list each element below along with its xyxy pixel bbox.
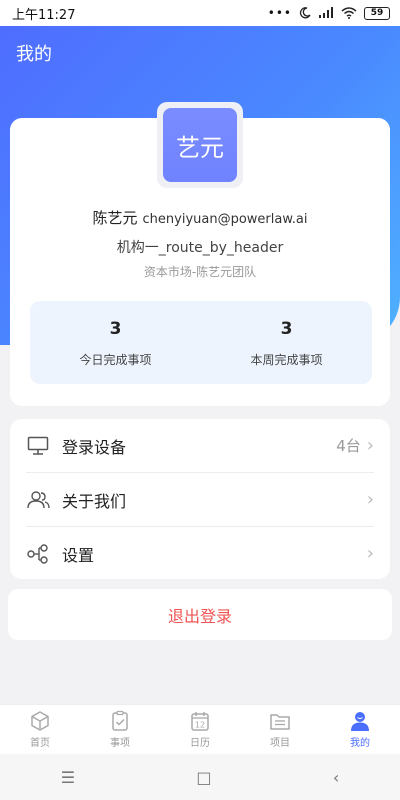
avatar[interactable]: 艺元 <box>163 108 237 182</box>
stat-today: 3 今日完成事项 <box>30 301 201 384</box>
stat-week: 3 本周完成事项 <box>201 301 372 384</box>
share-nodes-icon <box>26 542 50 566</box>
tab-projects[interactable]: 项目 <box>240 705 320 754</box>
folder-list-icon <box>270 714 290 730</box>
menu-nav-icon[interactable]: ☰ <box>61 768 75 787</box>
tab-tasks[interactable]: 事项 <box>80 705 160 754</box>
status-icons: ••• 59 <box>268 6 390 20</box>
tab-label: 首页 <box>30 738 50 749</box>
status-time: 上午11:27 <box>12 7 76 23</box>
system-navigation-bar: ☰ □ ‹ <box>0 754 400 800</box>
signal-icon <box>319 7 333 18</box>
stat-today-value: 3 <box>109 319 122 339</box>
profile-card: 艺元 陈艺元 chenyiyuan@powerlaw.ai 机构一_route_b… <box>10 102 390 406</box>
tab-label: 项目 <box>270 738 290 749</box>
clipboard-check-icon <box>112 710 128 731</box>
user-email: chenyiyuan@powerlaw.ai <box>142 212 308 227</box>
calendar-icon: 12 <box>191 712 209 731</box>
device-count: 4台 <box>336 437 361 455</box>
tab-calendar[interactable]: 12 日历 <box>160 705 240 754</box>
tab-label: 事项 <box>110 738 130 749</box>
user-name: 陈艺元 <box>92 209 138 227</box>
user-name-line: 陈艺元 chenyiyuan@powerlaw.ai <box>10 207 390 228</box>
person-icon <box>351 712 369 731</box>
cube-icon <box>31 711 49 731</box>
wifi-icon <box>341 7 357 19</box>
tab-home[interactable]: 首页 <box>0 705 80 754</box>
tab-label: 日历 <box>190 738 210 749</box>
battery-icon: 59 <box>364 6 390 20</box>
stat-week-label: 本周完成事项 <box>250 353 323 367</box>
chevron-right-icon: › <box>366 543 374 564</box>
avatar-frame: 艺元 <box>157 102 243 188</box>
menu-item-login-devices[interactable]: 登录设备 4台 › <box>10 419 390 472</box>
tab-mine[interactable]: 我的 <box>320 705 400 754</box>
stat-today-label: 今日完成事项 <box>79 353 152 367</box>
bottom-tab-bar: 首页 事项 12 日历 项目 我的 <box>0 704 400 754</box>
menu-label-devices: 登录设备 <box>62 437 127 457</box>
more-dots-icon: ••• <box>267 6 292 20</box>
menu-card: 登录设备 4台 › 关于我们 › 设置 › <box>10 419 390 579</box>
page-title: 我的 <box>16 44 52 65</box>
tab-label: 我的 <box>350 738 370 749</box>
home-nav-icon[interactable]: □ <box>196 768 211 787</box>
menu-label-settings: 设置 <box>62 545 95 565</box>
stat-week-value: 3 <box>280 319 293 339</box>
back-nav-icon[interactable]: ‹ <box>333 768 339 787</box>
status-bar: 上午11:27 ••• 59 <box>0 0 400 26</box>
users-icon <box>26 488 50 512</box>
chevron-right-icon: › <box>366 435 374 456</box>
logout-button[interactable]: 退出登录 <box>8 589 392 640</box>
user-organization: 机构一_route_by_header <box>116 240 284 256</box>
menu-item-about-us[interactable]: 关于我们 › <box>10 473 390 526</box>
user-team: 资本市场-陈艺元团队 <box>143 265 257 279</box>
stats-panel: 3 今日完成事项 3 本周完成事项 <box>30 301 372 384</box>
calendar-day-number: 12 <box>195 721 205 730</box>
menu-label-about: 关于我们 <box>62 491 127 511</box>
moon-icon <box>299 7 311 19</box>
chevron-right-icon: › <box>366 489 374 510</box>
menu-item-settings[interactable]: 设置 › <box>10 527 390 580</box>
monitor-icon <box>26 434 50 458</box>
